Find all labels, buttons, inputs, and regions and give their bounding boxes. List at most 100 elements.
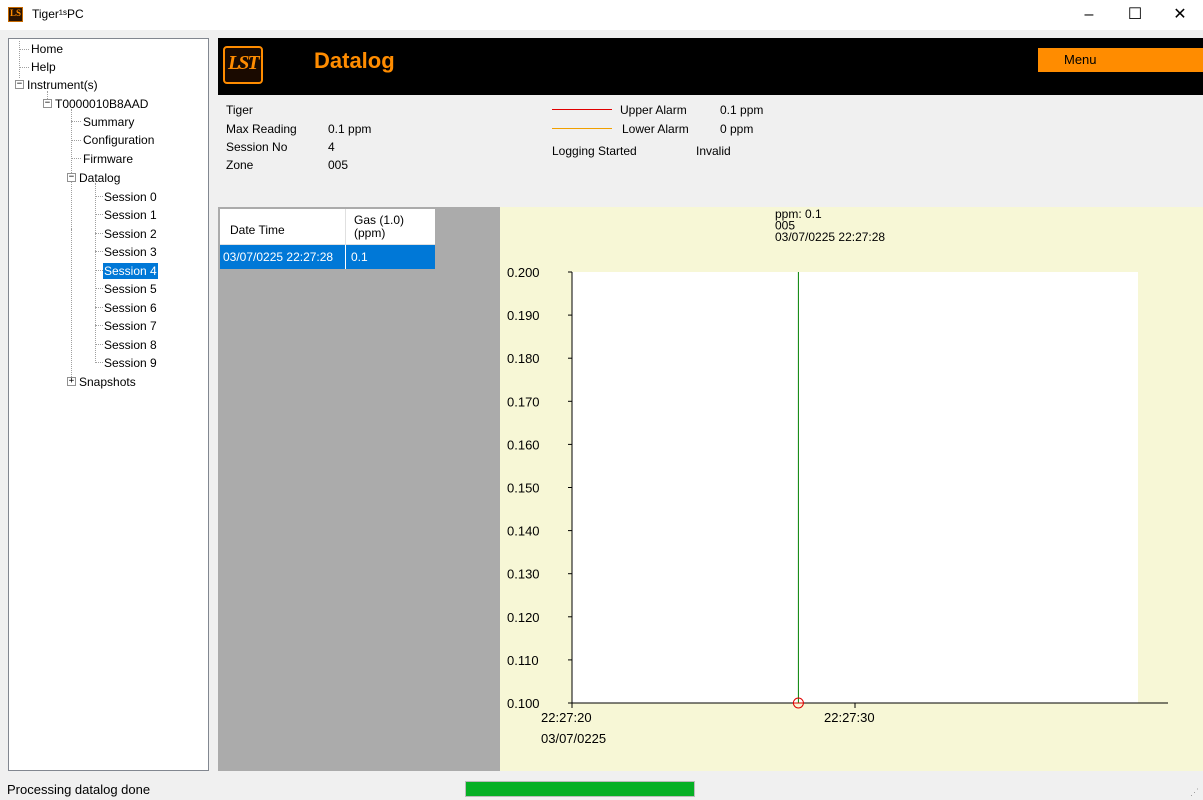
chart-canvas: ppm: 0.100503/07/0225 22:27:28 0.2000.19…	[507, 207, 1168, 746]
lower-alarm-value: 0 ppm	[720, 122, 754, 136]
tree-connector	[95, 270, 103, 271]
maximize-button[interactable]: ☐	[1112, 0, 1158, 30]
column-header-label: Date Time	[230, 223, 285, 237]
lower-alarm-line	[552, 128, 612, 129]
datalog-chart[interactable]: ppm: 0.1 005 03/07/0225 22:27:28 0.200 0.19…	[500, 207, 1203, 771]
plot-area	[572, 272, 1138, 703]
tree-item-session[interactable]: Session 5	[103, 281, 158, 297]
session-no-value: 4	[328, 140, 335, 154]
tree-connector	[19, 67, 29, 68]
tree-item-snapshots[interactable]: Snapshots	[78, 374, 137, 390]
tree-item-firmware[interactable]: Firmware	[82, 151, 134, 167]
y-tick-label: 0.130	[507, 567, 540, 582]
tree-item-summary[interactable]: Summary	[82, 114, 135, 130]
main-panel: LST Datalog Menu Tiger Max Reading 0.1 p…	[218, 38, 1203, 773]
tree-item-session[interactable]: Session 9	[103, 355, 158, 371]
tree-item-instruments[interactable]: Instrument(s)	[26, 77, 99, 93]
session-info: Tiger Max Reading 0.1 ppm Session No 4 Z…	[218, 95, 1203, 207]
tree-connector	[19, 49, 29, 50]
datalog-grid[interactable]: Date Time Gas (1.0) (ppm) 03/07/0225 22:…	[218, 207, 500, 771]
tree-item-instrument[interactable]: T0000010B8AAD	[54, 96, 149, 112]
tree-item-session[interactable]: Session 7	[103, 318, 158, 334]
zone-label: Zone	[226, 158, 254, 172]
max-reading-label: Max Reading	[226, 122, 297, 136]
tree-connector	[71, 229, 72, 379]
logging-started-value: Invalid	[696, 144, 731, 158]
page-header: LST Datalog Menu	[218, 38, 1203, 95]
y-tick-label: 0.180	[507, 351, 540, 366]
tree-connector	[71, 109, 72, 229]
tree-item-help[interactable]: Help	[30, 59, 57, 75]
x-tick-label: 22:27:30	[824, 710, 875, 725]
cell-gas: 0.1	[351, 250, 368, 264]
instrument-name: Tiger	[226, 103, 253, 117]
status-bar: Processing datalog done ⋰	[0, 777, 1203, 800]
collapse-icon[interactable]: −	[15, 80, 24, 89]
tree-item-session[interactable]: Session 0	[103, 189, 158, 205]
tree-connector	[95, 362, 103, 363]
upper-alarm-value: 0.1 ppm	[720, 103, 764, 117]
tooltip-line: 03/07/0225 22:27:28	[775, 230, 885, 244]
progress-bar	[465, 781, 695, 797]
tree-connector	[95, 196, 103, 197]
tree-connector	[71, 121, 81, 122]
collapse-icon[interactable]: −	[67, 173, 76, 182]
collapse-icon[interactable]: −	[43, 99, 52, 108]
tree-item-home[interactable]: Home	[30, 41, 64, 57]
y-tick-label: 0.170	[507, 394, 540, 409]
y-tick-label: 0.100	[507, 696, 540, 711]
max-reading-value: 0.1 ppm	[328, 122, 372, 136]
zone-value: 005	[328, 158, 349, 172]
upper-alarm-label: Upper Alarm	[620, 103, 687, 117]
logging-started-label: Logging Started	[552, 144, 637, 158]
expand-icon[interactable]: +	[67, 377, 76, 386]
column-header-unit: (ppm)	[354, 226, 386, 240]
window-title: Tiger¹ˢPC	[32, 7, 84, 21]
y-tick-label: 0.200	[507, 265, 540, 280]
resize-grip-icon[interactable]: ⋰	[1190, 787, 1200, 797]
tree-item-session[interactable]: Session 8	[103, 337, 158, 353]
x-tick-label: 22:27:20	[541, 710, 592, 725]
status-text: Processing datalog done	[7, 782, 151, 797]
y-tick-label: 0.160	[507, 437, 540, 452]
column-header-datetime[interactable]: Date Time	[220, 209, 346, 245]
column-header-gas[interactable]: Gas (1.0) (ppm)	[346, 209, 435, 245]
y-tick-label: 0.140	[507, 524, 540, 539]
y-tick-label: 0.190	[507, 308, 540, 323]
y-tick-label: 0.110	[507, 653, 539, 668]
tree-connector	[95, 307, 103, 308]
tree-item-session[interactable]: Session 1	[103, 207, 158, 223]
tree-connector	[71, 140, 81, 141]
title-bar: LS Tiger¹ˢPC – ☐ ✕	[0, 0, 1203, 30]
cell-datetime: 03/07/0225 22:27:28	[223, 250, 334, 264]
tree-connector	[95, 288, 103, 289]
lower-alarm-label: Lower Alarm	[622, 122, 689, 136]
cell-separator	[345, 245, 346, 269]
table-row[interactable]: 03/07/0225 22:27:28 0.1	[220, 245, 435, 269]
tree-connector	[95, 214, 103, 215]
tree-connector	[19, 41, 20, 78]
tree-item-configuration[interactable]: Configuration	[82, 132, 155, 148]
tree-connector	[95, 325, 103, 326]
tree-item-session[interactable]: Session 3	[103, 244, 158, 260]
tree-item-session[interactable]: Session 2	[103, 226, 158, 242]
tree-connector	[95, 183, 96, 363]
page-title: Datalog	[314, 48, 395, 73]
tree-item-session-selected[interactable]: Session 4	[103, 263, 158, 279]
navigation-tree[interactable]: − − − + Home Help Instrument(s) T0000010…	[8, 38, 209, 771]
tree-connector	[71, 158, 81, 159]
y-tick-label: 0.120	[507, 610, 540, 625]
x-tick-date-label: 03/07/0225	[541, 731, 606, 746]
menu-button[interactable]: Menu	[1038, 48, 1203, 72]
tree-item-session[interactable]: Session 6	[103, 300, 158, 316]
tree-item-datalog[interactable]: Datalog	[78, 170, 121, 186]
progress-fill	[466, 782, 694, 796]
session-no-label: Session No	[226, 140, 288, 154]
lst-logo: LST	[223, 46, 263, 84]
tree-connector	[95, 344, 103, 345]
y-tick-label: 0.150	[507, 481, 540, 496]
minimize-button[interactable]: –	[1066, 0, 1112, 30]
tree-connector	[95, 251, 103, 252]
upper-alarm-line	[552, 109, 612, 110]
close-button[interactable]: ✕	[1157, 0, 1203, 30]
